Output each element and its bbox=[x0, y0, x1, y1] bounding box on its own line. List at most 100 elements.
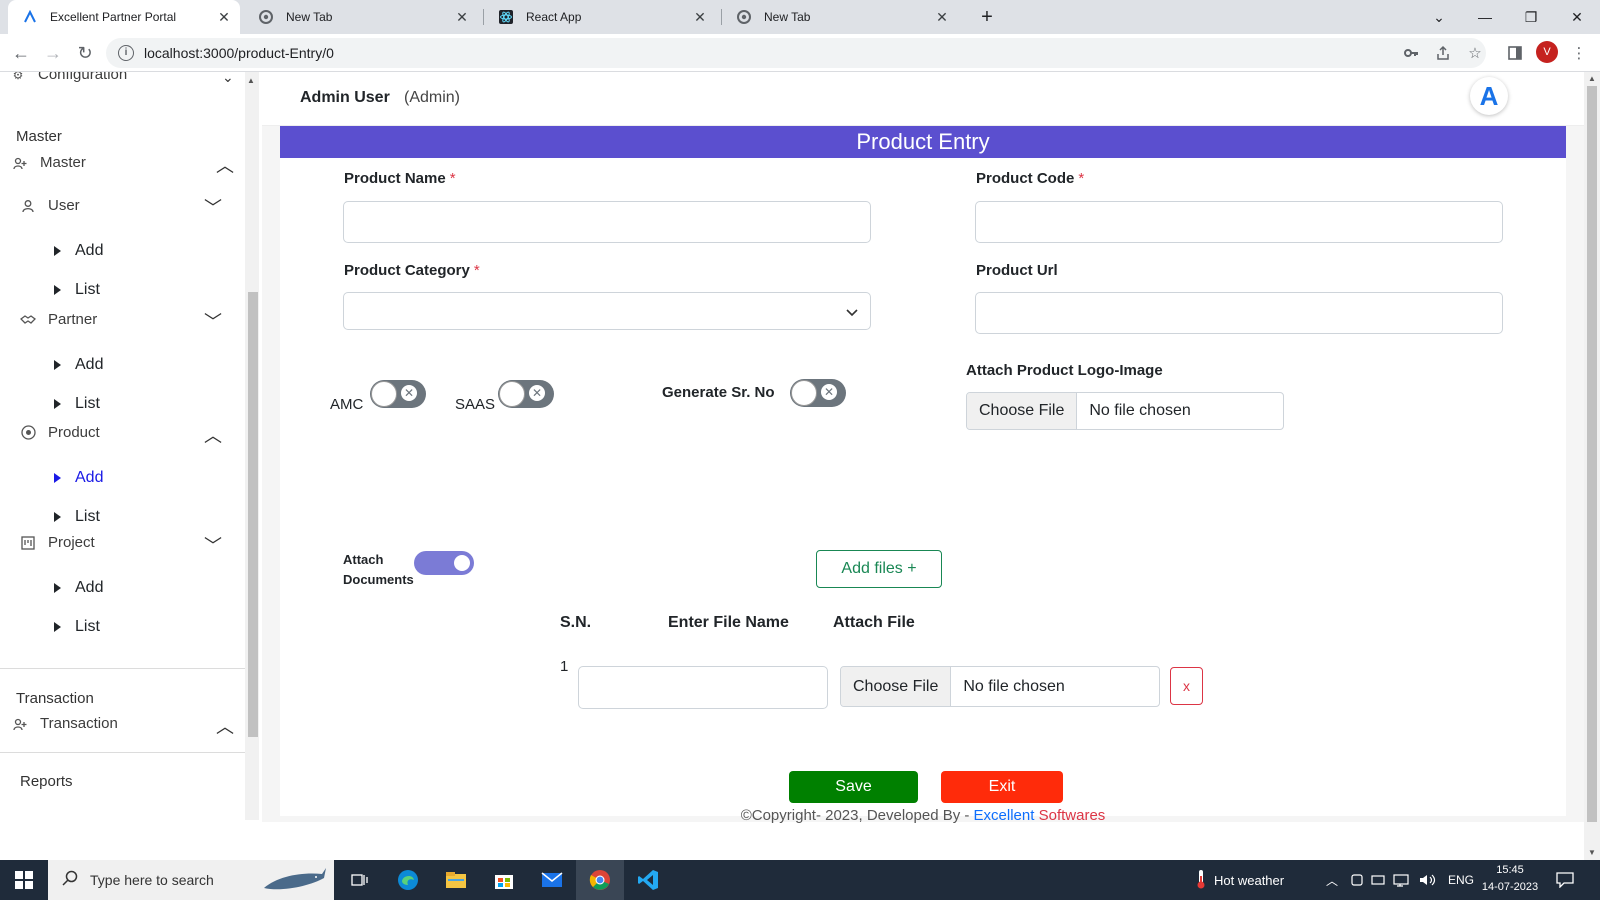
sidebar-item-label: User bbox=[48, 197, 80, 214]
sidebar-subitem-user-list[interactable]: List bbox=[54, 281, 100, 299]
tab-new-tab-1[interactable]: New Tab ✕ bbox=[244, 0, 478, 34]
site-info-icon[interactable]: i bbox=[118, 45, 134, 61]
label-text: Product Name bbox=[344, 170, 446, 187]
sidebar-item-user[interactable]: User bbox=[20, 197, 80, 214]
tab-search-chevron-icon[interactable]: ⌄ bbox=[1416, 0, 1462, 34]
tray-status-icons[interactable] bbox=[1350, 860, 1442, 900]
product-url-input[interactable] bbox=[975, 292, 1503, 334]
scroll-down-arrow-icon[interactable]: ▼ bbox=[1588, 848, 1596, 857]
tab-excellent-partner-portal[interactable]: Excellent Partner Portal ✕ bbox=[8, 0, 240, 34]
sidebar-item-configuration[interactable]: ⚙ Configuration bbox=[10, 72, 128, 83]
chrome-icon bbox=[736, 9, 752, 25]
language-indicator[interactable]: ENG bbox=[1448, 860, 1474, 900]
thermometer-icon bbox=[1196, 869, 1206, 892]
close-icon[interactable]: ✕ bbox=[454, 9, 470, 25]
mail-icon[interactable] bbox=[528, 860, 576, 900]
clock-time: 15:45 bbox=[1496, 864, 1524, 876]
product-name-input[interactable] bbox=[343, 201, 871, 243]
saas-toggle[interactable]: ✕ bbox=[498, 380, 554, 408]
url-omnibox[interactable]: i localhost:3000/product-Entry/0 bbox=[106, 38, 1486, 68]
sidebar-subitem-product-add[interactable]: Add bbox=[54, 469, 103, 487]
remove-row-button[interactable]: x bbox=[1170, 667, 1203, 705]
attach-file-input[interactable]: Choose File No file chosen bbox=[840, 666, 1160, 707]
sidebar-scrollbar-thumb[interactable] bbox=[248, 292, 258, 737]
window-close-icon[interactable]: ✕ bbox=[1554, 0, 1600, 34]
forward-arrow-icon[interactable]: → bbox=[40, 40, 66, 66]
new-tab-button[interactable]: + bbox=[976, 6, 998, 28]
subitem-label: List bbox=[75, 281, 100, 298]
search-icon bbox=[62, 870, 78, 891]
generate-sr-no-toggle[interactable]: ✕ bbox=[790, 379, 846, 407]
bookmark-star-icon[interactable]: ☆ bbox=[1464, 42, 1486, 64]
weather-widget[interactable]: Hot weather bbox=[1196, 860, 1284, 900]
sidebar-item-product[interactable]: Product bbox=[20, 424, 100, 441]
project-board-icon bbox=[20, 535, 36, 551]
windows-start-icon[interactable] bbox=[0, 860, 48, 900]
sidebar-subitem-product-list[interactable]: List bbox=[54, 508, 100, 526]
close-icon[interactable]: ✕ bbox=[934, 9, 950, 25]
sidebar-subitem-partner-list[interactable]: List bbox=[54, 395, 100, 413]
required-mark: * bbox=[449, 170, 456, 187]
kebab-menu-icon[interactable]: ⋮ bbox=[1568, 42, 1590, 64]
share-icon[interactable] bbox=[1432, 42, 1454, 64]
sidebar-item-reports[interactable]: Reports bbox=[20, 773, 73, 790]
close-icon[interactable]: ✕ bbox=[216, 9, 232, 25]
footer-brand-link[interactable]: Excellent bbox=[974, 807, 1035, 824]
file-name-input[interactable] bbox=[578, 666, 828, 709]
system-clock[interactable]: 15:45 14-07-2023 bbox=[1480, 862, 1540, 896]
choose-file-button[interactable]: Choose File bbox=[967, 393, 1078, 429]
sidebar-group-transaction[interactable]: Transaction bbox=[12, 715, 118, 732]
subitem-label: List bbox=[75, 618, 100, 635]
add-files-button[interactable]: Add files + bbox=[816, 550, 942, 588]
product-code-input[interactable] bbox=[975, 201, 1503, 243]
tab-react-app[interactable]: React App ✕ bbox=[484, 0, 716, 34]
side-panel-icon[interactable] bbox=[1504, 42, 1526, 64]
back-arrow-icon[interactable]: ← bbox=[8, 40, 34, 66]
edge-browser-icon[interactable] bbox=[384, 860, 432, 900]
chevron-up-icon[interactable]: ︿ bbox=[216, 152, 234, 178]
exit-button[interactable]: Exit bbox=[941, 771, 1063, 803]
task-view-icon[interactable] bbox=[336, 860, 384, 900]
choose-file-button[interactable]: Choose File bbox=[841, 667, 952, 706]
sidebar-subitem-partner-add[interactable]: Add bbox=[54, 356, 103, 374]
logo-file-input[interactable]: Choose File No file chosen bbox=[966, 392, 1284, 430]
scroll-up-arrow-icon[interactable]: ▲ bbox=[1588, 74, 1596, 83]
chevron-down-icon[interactable]: ﹀ bbox=[204, 308, 222, 334]
vscode-icon[interactable] bbox=[624, 860, 672, 900]
save-button[interactable]: Save bbox=[789, 771, 918, 803]
footer-brand-link[interactable]: Softwares bbox=[1039, 807, 1106, 824]
chevron-up-icon[interactable]: ︿ bbox=[204, 422, 222, 448]
sidebar-subitem-user-add[interactable]: Add bbox=[54, 242, 103, 260]
key-icon[interactable] bbox=[1400, 42, 1422, 64]
chevron-down-icon[interactable]: ⌄ bbox=[222, 72, 234, 86]
subitem-label: Add bbox=[75, 356, 104, 373]
tray-overflow-chevron-icon[interactable]: ︿ bbox=[1326, 860, 1338, 900]
taskbar-search-box[interactable]: Type here to search bbox=[48, 860, 334, 900]
product-category-select[interactable] bbox=[343, 292, 871, 330]
app-logo[interactable]: A bbox=[1470, 77, 1508, 115]
sidebar-item-project[interactable]: Project bbox=[20, 534, 95, 551]
sidebar-item-partner[interactable]: Partner bbox=[20, 311, 97, 328]
sidebar-subitem-project-list[interactable]: List bbox=[54, 618, 100, 636]
chevron-up-icon[interactable]: ︿ bbox=[216, 713, 234, 739]
sidebar-subitem-project-add[interactable]: Add bbox=[54, 579, 103, 597]
notifications-icon[interactable] bbox=[1556, 860, 1574, 900]
restore-icon[interactable]: ❐ bbox=[1508, 0, 1554, 34]
handshake-icon bbox=[20, 312, 36, 328]
chrome-taskbar-icon[interactable] bbox=[576, 860, 624, 900]
amc-toggle[interactable]: ✕ bbox=[370, 380, 426, 408]
chevron-down-icon[interactable]: ﹀ bbox=[204, 532, 222, 558]
scroll-up-arrow-icon[interactable]: ▲ bbox=[247, 76, 255, 85]
microsoft-store-icon[interactable] bbox=[480, 860, 528, 900]
product-code-label: Product Code * bbox=[976, 170, 1084, 187]
profile-avatar[interactable]: V bbox=[1536, 41, 1558, 63]
file-explorer-icon[interactable] bbox=[432, 860, 480, 900]
tab-new-tab-2[interactable]: New Tab ✕ bbox=[722, 0, 958, 34]
sidebar-group-master[interactable]: Master bbox=[12, 154, 86, 171]
chevron-down-icon[interactable]: ﹀ bbox=[204, 194, 222, 220]
reload-icon[interactable]: ↻ bbox=[72, 40, 98, 66]
close-icon[interactable]: ✕ bbox=[692, 9, 708, 25]
minimize-icon[interactable]: — bbox=[1462, 0, 1508, 34]
attach-documents-toggle[interactable] bbox=[414, 551, 474, 575]
page-scrollbar-thumb[interactable] bbox=[1587, 86, 1597, 822]
